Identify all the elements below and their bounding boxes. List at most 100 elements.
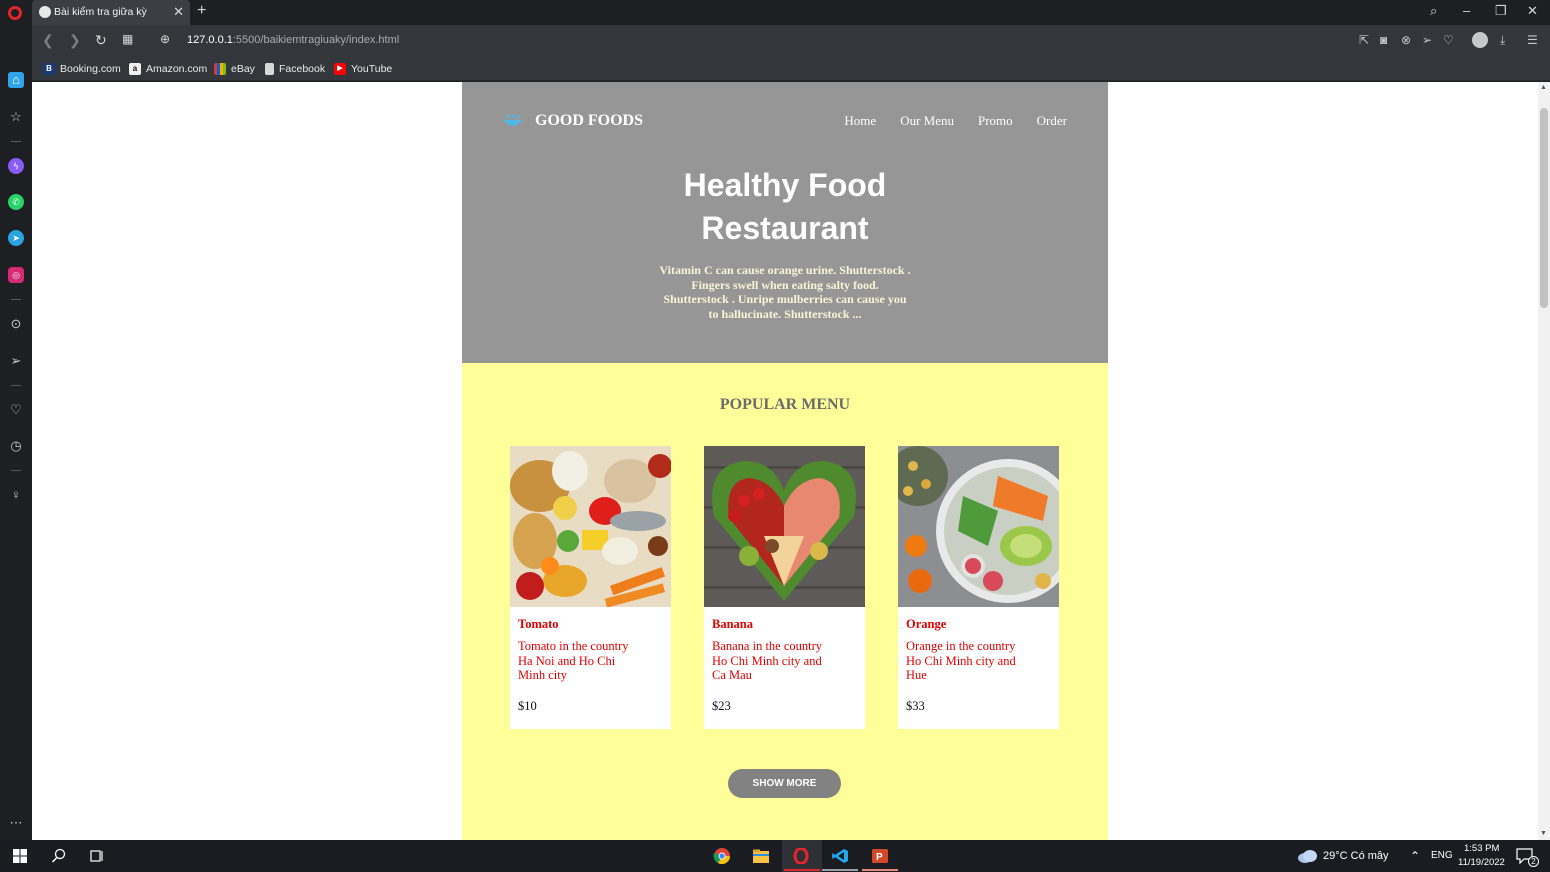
language-indicator[interactable]: ENG xyxy=(1431,850,1453,861)
opera-active-indicator xyxy=(784,869,820,871)
player-icon[interactable]: ⊙ xyxy=(8,316,24,332)
file-explorer-icon[interactable] xyxy=(752,848,770,864)
bookmark-youtube[interactable]: ▶ YouTube xyxy=(334,61,392,76)
flow-icon[interactable]: ➢ xyxy=(8,353,24,369)
close-window-button[interactable]: ✕ xyxy=(1527,3,1538,19)
opera-taskbar-icon[interactable] xyxy=(792,848,810,864)
search-tabs-icon[interactable]: ⌕ xyxy=(1430,3,1437,19)
telegram-icon[interactable]: ➤ xyxy=(8,230,24,246)
nav-order[interactable]: Order xyxy=(1037,113,1067,129)
card-price: $23 xyxy=(712,699,731,713)
url-field[interactable]: 127.0.0.1:5500/baikiemtragiuaky/index.ht… xyxy=(187,34,399,46)
sidebar-divider xyxy=(11,385,21,386)
share-icon[interactable]: ⇱ xyxy=(1359,33,1369,47)
weather-text[interactable]: 29°C Có mây xyxy=(1323,850,1389,862)
vscode-icon[interactable] xyxy=(831,848,849,864)
menu-card-tomato[interactable]: Tomato Tomato in the country Ha Noi and … xyxy=(510,446,671,729)
food-image xyxy=(898,446,1059,607)
booking-icon: B xyxy=(43,62,55,75)
snapshot-icon[interactable]: ◙ xyxy=(1380,33,1387,47)
windows-taskbar: P 29°C Có mây ⌃ ENG 1:53 PM 11/19/2022 2 xyxy=(0,840,1550,872)
card-description: Orange in the country Ho Chi Minh city a… xyxy=(906,639,1016,683)
sidebar-divider xyxy=(11,299,21,300)
speed-dial-icon[interactable]: ☆ xyxy=(8,109,24,125)
reload-button[interactable]: ↻ xyxy=(95,32,107,49)
hero-description: Vitamin C can cause orange urine. Shutte… xyxy=(659,263,911,321)
close-tab-icon[interactable]: ✕ xyxy=(173,4,184,20)
show-more-button[interactable]: SHOW MORE xyxy=(728,769,841,798)
vscode-running-indicator xyxy=(822,869,858,871)
minimize-button[interactable]: – xyxy=(1463,3,1470,18)
card-price: $10 xyxy=(518,699,537,713)
card-description: Tomato in the country Ha Noi and Ho Chi … xyxy=(518,639,629,683)
page-viewport: GOOD FOODS Home Our Menu Promo Order Hea… xyxy=(32,82,1538,840)
main-nav: Home Our Menu Promo Order xyxy=(844,113,1067,129)
svg-text:P: P xyxy=(876,852,883,863)
search-icon[interactable] xyxy=(50,848,68,864)
clock-time[interactable]: 1:53 PM xyxy=(1464,843,1499,854)
website: GOOD FOODS Home Our Menu Promo Order Hea… xyxy=(462,82,1108,840)
adblock-icon[interactable]: ⊗ xyxy=(1401,33,1411,47)
opera-sidebar: ⌂ ☆ ϟ ✆ ➤ ◎ ⊙ ➢ ♡ ◷ ♀ ⋯ xyxy=(0,25,32,840)
card-description: Banana in the country Ho Chi Minh city a… xyxy=(712,639,823,683)
download-icon[interactable]: ⤓ xyxy=(1500,33,1505,48)
bookmarks-heart-icon[interactable]: ♡ xyxy=(8,402,24,418)
nav-our-menu[interactable]: Our Menu xyxy=(900,113,954,129)
bookmark-booking[interactable]: B Booking.com xyxy=(43,61,121,76)
bookmark-amazon[interactable]: a Amazon.com xyxy=(129,61,207,76)
profile-avatar[interactable] xyxy=(1472,32,1488,48)
opera-menu-icon[interactable] xyxy=(8,6,22,20)
chrome-icon[interactable] xyxy=(713,848,731,864)
home-icon[interactable]: ⌂ xyxy=(8,72,24,88)
address-bar: ❮ ❯ ↻ ▦ ⊕ 127.0.0.1:5500/baikiemtragiuak… xyxy=(32,25,1550,56)
globe-icon xyxy=(39,6,51,18)
notification-count-badge: 2 xyxy=(1528,856,1539,867)
powerpoint-running-indicator xyxy=(862,869,898,871)
easy-setup-icon[interactable]: ☰ xyxy=(1527,33,1538,47)
task-view-icon[interactable] xyxy=(88,848,106,864)
hero-title: Healthy Food Restaurant xyxy=(462,164,1108,250)
hero-title-line2: Restaurant xyxy=(701,210,869,246)
tabs-overview-icon[interactable]: ▦ xyxy=(122,32,133,46)
youtube-icon: ▶ xyxy=(334,62,346,75)
chevron-up-icon[interactable]: ⌃ xyxy=(1410,849,1420,863)
page-scrollbar[interactable]: ▲ ▼ xyxy=(1538,82,1550,840)
windows-start-icon[interactable] xyxy=(11,848,29,864)
instagram-icon[interactable]: ◎ xyxy=(8,267,24,283)
document-icon xyxy=(265,62,274,75)
history-icon[interactable]: ◷ xyxy=(8,438,24,454)
scroll-up-icon[interactable]: ▲ xyxy=(1540,84,1547,91)
site-info-icon[interactable]: ⊕ xyxy=(160,32,170,46)
send-icon[interactable]: ➢ xyxy=(1422,33,1432,47)
cloud-weather-icon[interactable] xyxy=(1297,848,1319,864)
section-title: POPULAR MENU xyxy=(719,396,851,413)
card-title: Banana xyxy=(712,617,753,631)
bookmark-heart-icon[interactable]: ♡ xyxy=(1443,33,1454,47)
hero-section: GOOD FOODS Home Our Menu Promo Order Hea… xyxy=(462,82,1108,363)
new-tab-button[interactable]: + xyxy=(197,2,206,20)
menu-card-orange[interactable]: Orange Orange in the country Ho Chi Minh… xyxy=(898,446,1059,729)
bookmark-ebay[interactable]: eBay xyxy=(214,61,255,76)
forward-button[interactable]: ❯ xyxy=(69,32,81,49)
card-title: Orange xyxy=(906,617,947,631)
back-button[interactable]: ❮ xyxy=(42,32,54,49)
tips-lightbulb-icon[interactable]: ♀ xyxy=(8,487,24,503)
scroll-thumb[interactable] xyxy=(1540,108,1548,308)
bookmarks-bar: B Booking.com a Amazon.com eBay Facebook ▶… xyxy=(32,56,1550,81)
scroll-down-icon[interactable]: ▼ xyxy=(1540,830,1547,837)
restore-button[interactable]: ❐ xyxy=(1495,3,1507,19)
brand-name[interactable]: GOOD FOODS xyxy=(535,112,643,130)
bookmark-facebook[interactable]: Facebook xyxy=(265,61,325,76)
active-tab[interactable]: Bài kiểm tra giữa kỳ ✕ xyxy=(32,0,190,25)
more-options-icon[interactable]: ⋯ xyxy=(8,815,24,831)
clock-date[interactable]: 11/19/2022 xyxy=(1458,857,1505,868)
messenger-icon[interactable]: ϟ xyxy=(8,158,24,174)
nav-promo[interactable]: Promo xyxy=(978,113,1013,129)
menu-card-banana[interactable]: Banana Banana in the country Ho Chi Minh… xyxy=(704,446,865,729)
nav-home[interactable]: Home xyxy=(844,113,876,129)
food-image xyxy=(704,446,865,607)
ebay-icon xyxy=(214,62,226,75)
powerpoint-icon[interactable]: P xyxy=(871,848,889,864)
amazon-icon: a xyxy=(129,62,141,75)
whatsapp-icon[interactable]: ✆ xyxy=(8,194,24,210)
